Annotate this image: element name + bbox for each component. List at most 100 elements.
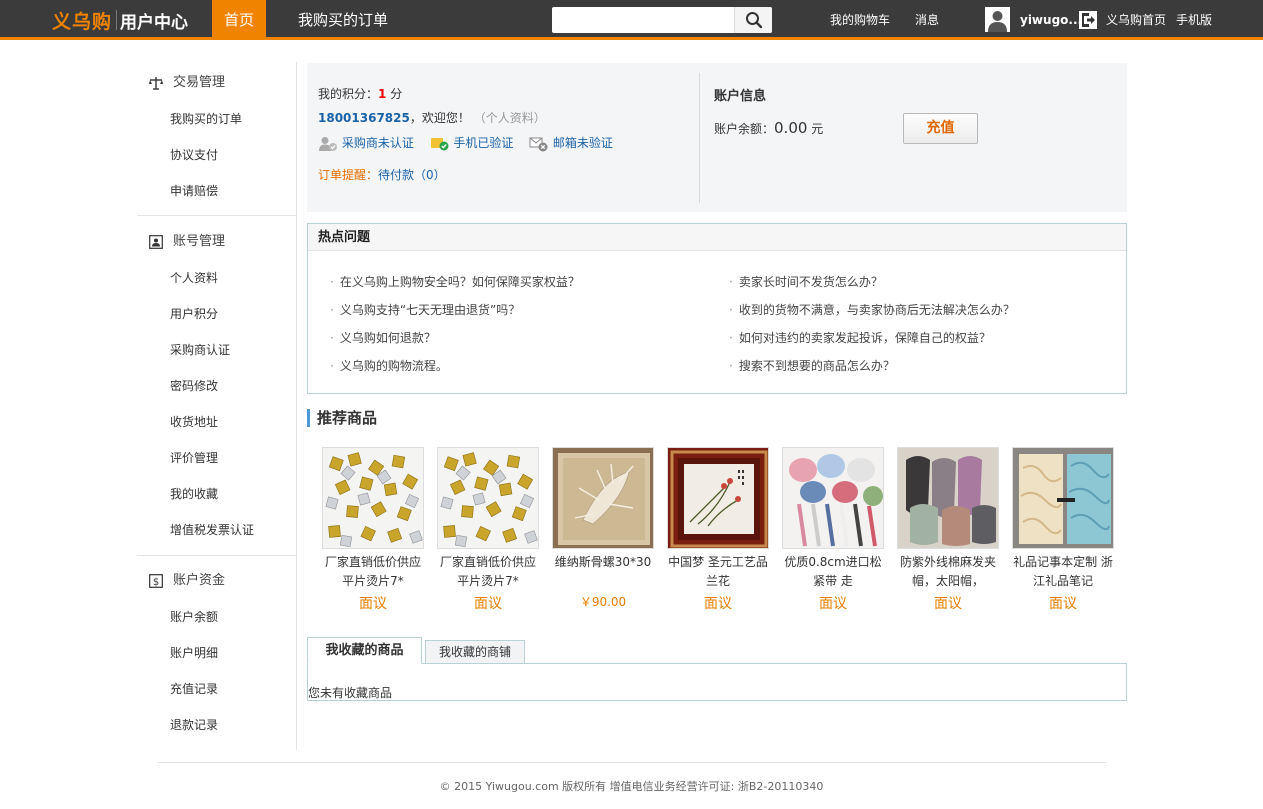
product-price: ￥90.00 [579,595,627,609]
search-icon [745,12,762,29]
hot-questions-box: 热点问题 在义乌购上购物安全吗？如何保障买家权益？ 义乌购支持“七天无理由退货”… [307,223,1127,394]
scale-icon [149,77,163,90]
sidebar: 交易管理 我购买的订单 协议支付 申请赔偿 账号管理 个人资料 用户积分 采购商… [137,62,297,750]
recommend-title: 推荐商品 [307,409,377,427]
sidebar-group-trade: 交易管理 [149,73,225,93]
product-image[interactable] [782,447,884,549]
balance-unit: 元 [811,122,824,136]
product-price: 面议 [359,596,387,612]
nav-home-tab[interactable]: 首页 [212,0,266,40]
hot-question-link[interactable]: 义乌购支持“七天无理由退货”吗？ [330,301,520,318]
product-image[interactable] [897,447,999,549]
avatar[interactable] [985,7,1010,32]
sidebar-item-password[interactable]: 密码修改 [170,377,218,394]
account-info-title: 账户信息 [714,89,767,104]
sidebar-item-recharge-records[interactable]: 充值记录 [170,680,218,697]
verify-line: 采购商未认证 手机已验证 邮箱未验证 [318,134,613,152]
product-image[interactable] [322,447,424,549]
profile-link[interactable]: （个人资料） [474,111,546,125]
site-logo[interactable]: 义乌购 [52,7,112,34]
cart-link[interactable]: 我的购物车 [830,0,890,40]
sidebar-group-label: 交易管理 [173,75,226,90]
points-label: 我的积分： [318,87,379,101]
hot-question-link[interactable]: 义乌购如何退款？ [330,329,436,346]
search-button[interactable] [734,7,772,33]
tab-favorite-goods[interactable]: 我收藏的商品 [307,637,422,664]
id-card-icon [149,235,163,249]
footer-divider [157,762,1107,763]
product-name[interactable]: 维纳斯骨螺30*30 [552,553,654,591]
hot-question-link[interactable]: 如何对违约的卖家发起投诉，保障自己的权益？ [729,329,991,346]
product-card[interactable]: 中国梦 圣元工艺品 兰花 面议 [667,447,769,613]
sidebar-item-points[interactable]: 用户积分 [170,305,218,322]
product-image[interactable] [437,447,539,549]
phone-verified-icon [430,137,448,150]
pending-payment-link[interactable]: 待付款（0） [378,168,446,182]
balance-value: 0.00 [774,119,808,137]
messages-link[interactable]: 消息 [915,0,939,40]
hot-question-link[interactable]: 搜索不到想要的商品怎么办？ [729,357,895,374]
hot-question-link[interactable]: 在义乌购上购物安全吗？如何保障买家权益？ [330,273,580,290]
product-name[interactable]: 中国梦 圣元工艺品 兰花 [667,553,769,591]
favorites-panel: 您未有收藏商品 [307,663,1127,701]
sidebar-item-compensation[interactable]: 申请赔偿 [170,182,218,199]
sidebar-group-label: 账号管理 [173,234,226,249]
nav-orders-link[interactable]: 我购买的订单 [298,0,388,40]
email-unverified-icon [529,137,548,151]
sidebar-item-details[interactable]: 账户明细 [170,644,218,661]
sidebar-item-address[interactable]: 收货地址 [170,413,218,430]
product-price: 面议 [1049,596,1077,612]
sidebar-item-profile[interactable]: 个人资料 [170,269,218,286]
sidebar-item-reviews[interactable]: 评价管理 [170,449,218,466]
points-value: 1 [378,87,387,101]
product-card[interactable]: 防紫外线棉麻发夹帽，太阳帽， 面议 [897,447,999,613]
user-center-title: 用户中心 [120,13,188,33]
username-link[interactable]: yiwugo... [1020,0,1082,40]
product-card[interactable]: 厂家直销低价供应平片烫片7* 面议 [322,447,424,613]
email-unverified-link[interactable]: 邮箱未验证 [553,136,613,150]
product-name[interactable]: 优质0.8cm进口松紧带 走 [782,553,884,591]
hot-question-link[interactable]: 卖家长时间不发货怎么办？ [729,273,883,290]
sidebar-item-refund-records[interactable]: 退款记录 [170,716,218,733]
tab-favorite-shops[interactable]: 我收藏的商铺 [425,640,525,664]
recharge-button[interactable]: 充值 [903,113,978,144]
sidebar-item-vat-invoice[interactable]: 增值税发票认证 [170,521,254,538]
sidebar-item-favorites[interactable]: 我的收藏 [170,485,218,502]
svg-text:$: $ [153,577,159,588]
product-price: 面议 [819,596,847,612]
product-name[interactable]: 礼品记事本定制 浙江礼品笔记 [1012,553,1114,591]
sidebar-group-funds: $ 账户资金 [149,571,225,591]
sidebar-item-balance[interactable]: 账户余额 [170,608,218,625]
sidebar-group-account: 账号管理 [149,232,225,252]
sidebar-divider [137,555,296,556]
buyer-cert-icon [319,136,337,151]
product-card[interactable]: 礼品记事本定制 浙江礼品笔记 面议 [1012,447,1114,613]
hot-question-link[interactable]: 义乌购的购物流程。 [330,357,448,374]
product-name[interactable]: 厂家直销低价供应平片烫片7* [322,553,424,591]
buyer-cert-link[interactable]: 采购商未认证 [342,136,414,150]
exit-icon[interactable] [1079,11,1097,29]
phone-link[interactable]: 18001367825 [318,111,410,125]
welcome-text: ，欢迎您！ [409,111,470,125]
product-price: 面议 [474,596,502,612]
product-card[interactable]: 优质0.8cm进口松紧带 走 面议 [782,447,884,613]
hot-questions-title: 热点问题 [308,224,1126,251]
sidebar-item-my-orders[interactable]: 我购买的订单 [170,110,242,127]
product-card[interactable]: 维纳斯骨螺30*30 ￥90.00 [552,447,654,610]
site-home-link[interactable]: 义乌购首页 [1106,0,1166,40]
account-panel: 我的积分：1 分 18001367825，欢迎您！ （个人资料） 采购商未认证 … [307,63,1127,212]
product-price: 面议 [704,596,732,612]
search-input[interactable] [552,7,732,33]
mobile-link[interactable]: 手机版 [1176,0,1212,40]
product-card[interactable]: 厂家直销低价供应平片烫片7* 面议 [437,447,539,613]
sidebar-item-buyer-cert[interactable]: 采购商认证 [170,341,230,358]
product-name[interactable]: 防紫外线棉麻发夹帽，太阳帽， [897,553,999,591]
balance-line: 账户余额：0.00 元 [714,119,823,137]
product-image[interactable] [667,447,769,549]
product-image[interactable] [552,447,654,549]
hot-question-link[interactable]: 收到的货物不满意，与卖家协商后无法解决怎么办？ [729,301,1015,318]
phone-verified-link[interactable]: 手机已验证 [453,136,513,150]
sidebar-item-agreement-pay[interactable]: 协议支付 [170,146,218,163]
product-image[interactable] [1012,447,1114,549]
product-name[interactable]: 厂家直销低价供应平片烫片7* [437,553,539,591]
